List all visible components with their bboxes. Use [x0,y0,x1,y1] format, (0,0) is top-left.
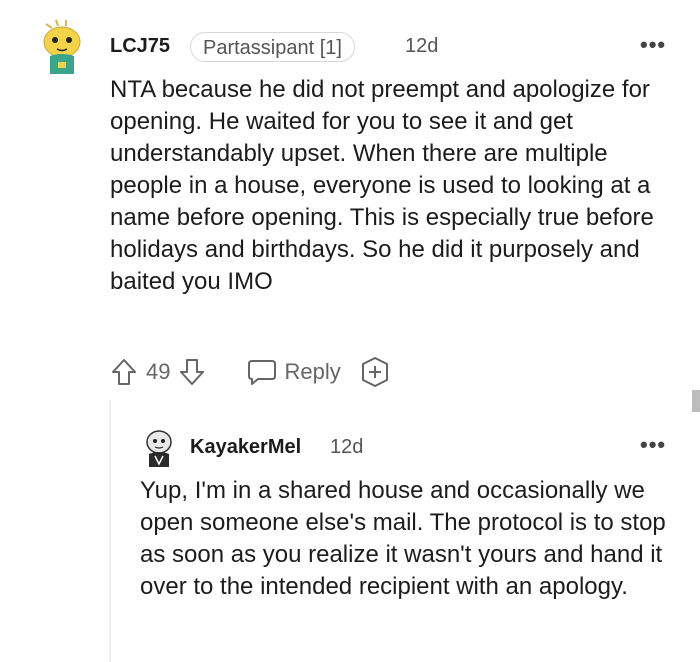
upvote-button[interactable] [110,357,138,387]
avatar[interactable] [38,18,86,76]
award-button[interactable] [359,356,391,388]
comment-lcj75: LCJ75 Partassipant [1] 12d ••• NTA becau… [0,0,700,400]
arrow-down-icon [180,359,205,385]
timestamp: 12d [405,35,439,57]
avatar-image [146,430,172,467]
plus-award-icon [361,357,388,387]
more-options-button[interactable]: ••• [640,434,666,456]
username[interactable]: LCJ75 [110,35,170,58]
username[interactable]: KayakerMel [190,436,301,459]
more-options-button[interactable]: ••• [640,34,666,56]
reply-button[interactable]: Reply [246,357,341,387]
reply-label: Reply [284,359,341,384]
comment-kayakermel: KayakerMel 12d ••• Yup, I'm in a shared … [0,400,700,662]
speech-bubble-icon [248,360,277,385]
arrow-up-icon [112,359,136,385]
user-flair: Partassipant [1] [190,32,355,62]
comment-actions: 49 Reply [110,356,391,388]
downvote-button[interactable] [178,357,206,387]
avatar[interactable] [143,428,175,468]
comment-body: Yup, I'm in a shared house and occasiona… [140,477,666,600]
comment-body: NTA because he did not preempt and apolo… [110,76,654,295]
avatar-image [43,19,81,74]
timestamp: 12d [330,436,364,458]
vote-count: 49 [146,359,171,384]
